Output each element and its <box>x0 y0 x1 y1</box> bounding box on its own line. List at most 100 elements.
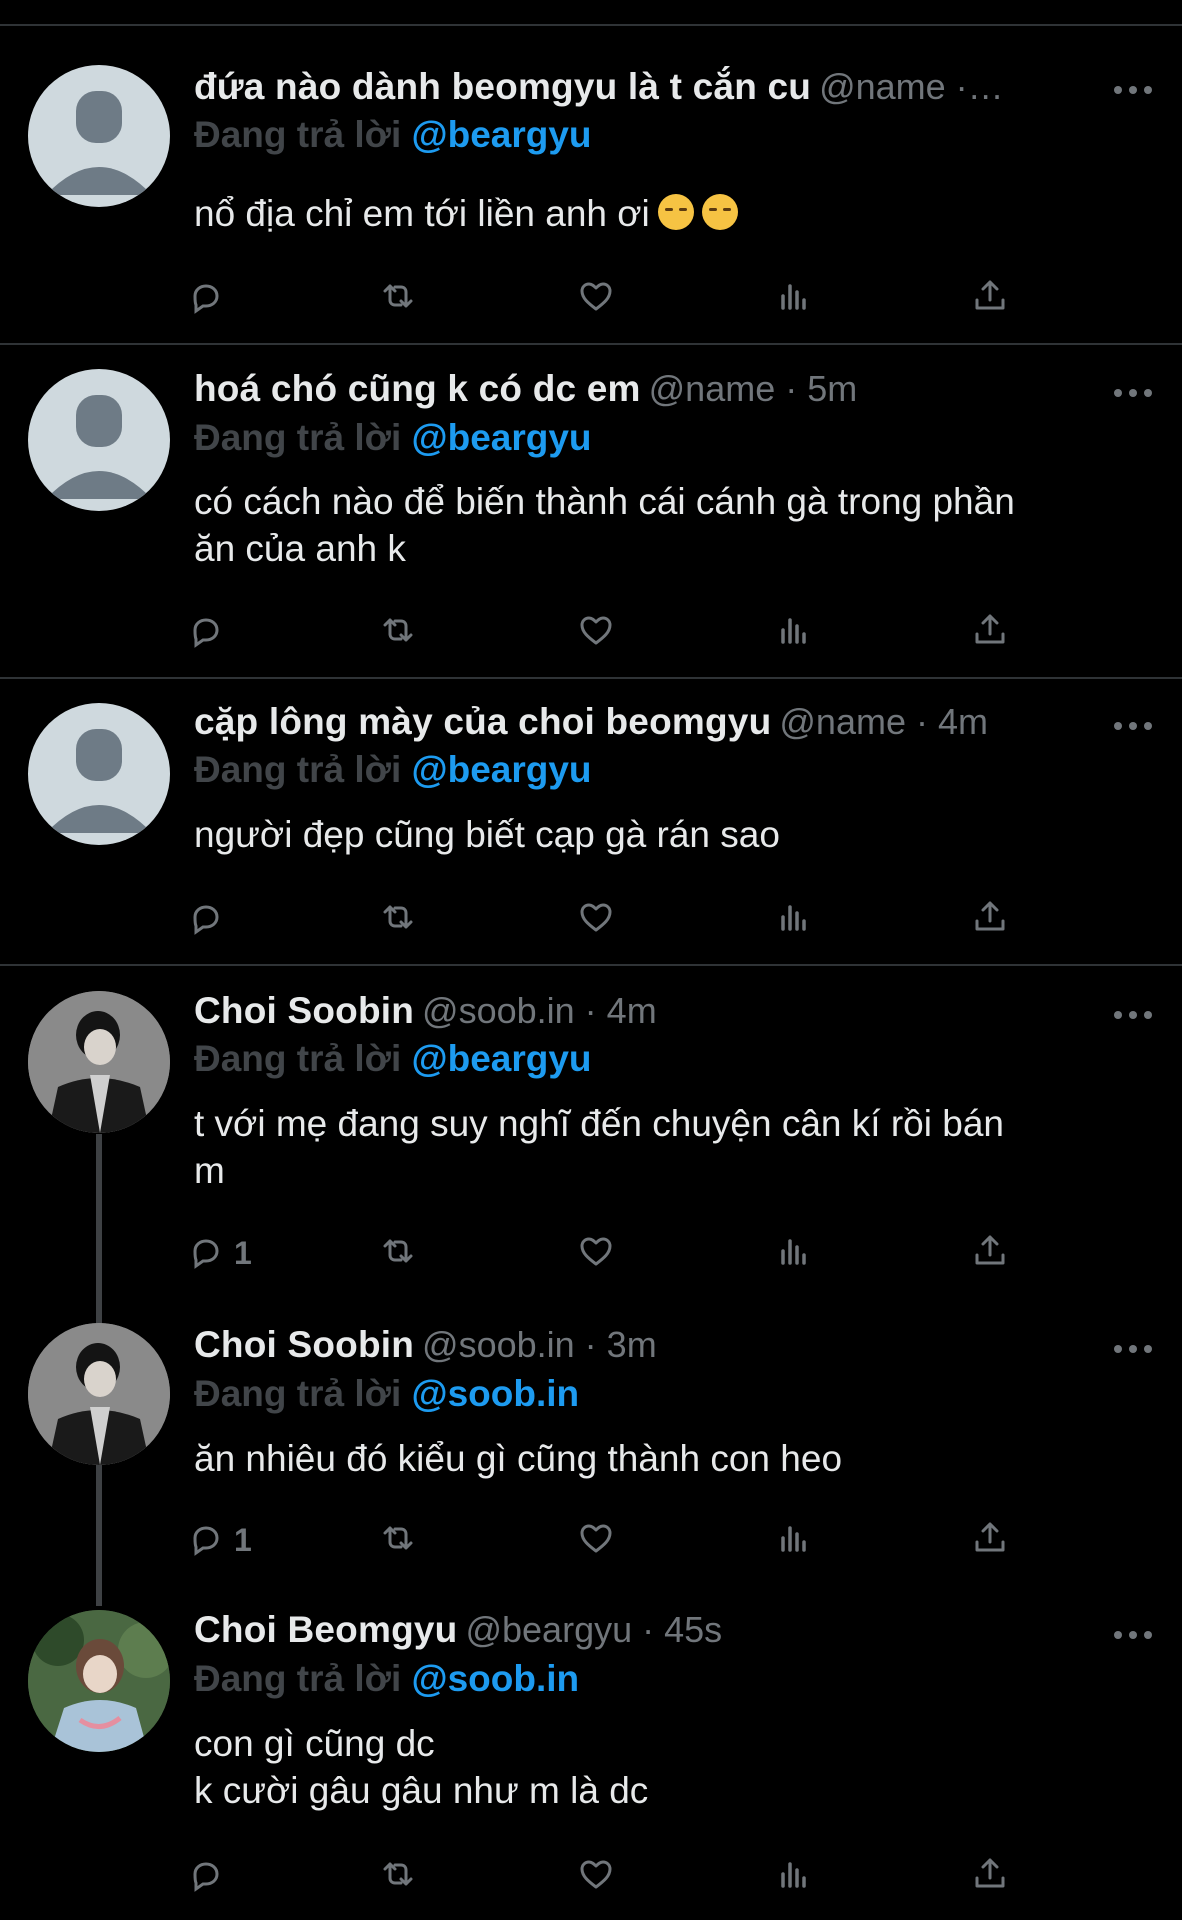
display-name[interactable]: cặp lông mày của choi beomgyu <box>194 701 771 742</box>
more-options-icon[interactable] <box>1114 383 1154 403</box>
tweet-text: ăn nhiêu đó kiểu gì cũng thành con heo <box>194 1438 843 1479</box>
handle-time[interactable]: @name · 4m <box>779 701 988 742</box>
reply-icon <box>182 895 226 944</box>
analytics-button[interactable] <box>772 608 816 656</box>
reply-button[interactable] <box>182 1852 226 1900</box>
replying-to: Đang trả lời @beargyu <box>194 417 592 458</box>
share-button[interactable] <box>968 608 1012 656</box>
more-options-icon[interactable] <box>1114 80 1154 100</box>
retweet-button[interactable] <box>376 274 420 322</box>
reply-handle-link[interactable]: @soob.in <box>412 1658 580 1699</box>
display-name[interactable]: Choi Soobin <box>194 990 414 1031</box>
avatar[interactable] <box>28 369 170 511</box>
display-name[interactable]: đứa nào dành beomgyu là t cắn cu <box>194 66 811 107</box>
retweet-icon <box>376 274 420 323</box>
tweet[interactable]: hoá chó cũng k có dc em @name · 5m Đang t… <box>0 345 1182 678</box>
share-icon <box>968 1516 1012 1565</box>
retweet-button[interactable] <box>376 608 420 656</box>
retweet-button[interactable] <box>376 1229 420 1277</box>
like-button[interactable] <box>574 1852 618 1900</box>
more-options-icon[interactable] <box>1114 1625 1154 1645</box>
reply-icon <box>182 1516 226 1565</box>
replying-to: Đang trả lời @beargyu <box>194 749 592 790</box>
share-button[interactable] <box>968 895 1012 943</box>
display-name[interactable]: Choi Soobin <box>194 1324 414 1365</box>
like-button[interactable] <box>574 1229 618 1277</box>
reply-handle-link[interactable]: @beargyu <box>412 417 592 458</box>
reply-icon <box>182 274 226 323</box>
reply-button[interactable]: 1 <box>182 1229 252 1277</box>
tweet[interactable]: cặp lông mày của choi beomgyu @name · 4m … <box>0 679 1182 965</box>
tweet-header: cặp lông mày của choi beomgyu @name · 4m <box>194 701 1172 745</box>
tweet-text: t với mẹ đang suy nghĩ đến chuyện cân kí… <box>194 1103 1004 1191</box>
tweet-header: Choi Soobin @soob.in · 4m <box>194 990 1172 1034</box>
analytics-button[interactable] <box>772 1852 816 1900</box>
reply-button[interactable] <box>182 274 226 322</box>
like-icon <box>574 608 618 657</box>
retweet-button[interactable] <box>376 1852 420 1900</box>
reply-handle-link[interactable]: @beargyu <box>412 114 592 155</box>
share-icon <box>968 1229 1012 1278</box>
handle-time[interactable]: @beargyu · 45s <box>465 1609 722 1650</box>
reply-handle-link[interactable]: @beargyu <box>412 1038 592 1079</box>
more-options-icon[interactable] <box>1114 1339 1154 1359</box>
more-options-icon[interactable] <box>1114 716 1154 736</box>
share-icon <box>968 895 1012 944</box>
analytics-button[interactable] <box>772 895 816 943</box>
more-options-icon[interactable] <box>1114 1005 1154 1025</box>
analytics-button[interactable] <box>772 1229 816 1277</box>
handle-time[interactable]: @name ·… <box>819 66 1004 107</box>
tweet[interactable]: đứa nào dành beomgyu là t cắn cu @name ·…… <box>0 0 1182 346</box>
like-button[interactable] <box>574 1516 618 1564</box>
tweet-text: có cách nào để biến thành cái cánh gà tr… <box>194 481 1015 569</box>
tweet[interactable]: Choi Soobin @soob.in · 4m Đang trả lời @b… <box>0 966 1182 1322</box>
handle-time[interactable]: @name · 5m <box>649 368 858 409</box>
action-bar: 1 <box>193 1229 1054 1277</box>
analytics-icon <box>772 895 816 944</box>
share-button[interactable] <box>968 1229 1012 1277</box>
replying-to: Đang trả lời @beargyu <box>194 1038 592 1079</box>
share-button[interactable] <box>968 274 1012 322</box>
retweet-icon <box>376 1229 420 1278</box>
action-bar <box>193 608 1054 656</box>
like-button[interactable] <box>574 608 618 656</box>
like-button[interactable] <box>574 895 618 943</box>
reply-handle-link[interactable]: @soob.in <box>412 1373 580 1414</box>
replying-to: Đang trả lời @soob.in <box>194 1658 580 1699</box>
thread-line <box>96 1464 102 1606</box>
tweet-text: người đẹp cũng biết cạp gà rán sao <box>194 814 780 855</box>
reply-button[interactable]: 1 <box>182 1516 252 1564</box>
avatar[interactable] <box>28 991 170 1133</box>
reply-button[interactable] <box>182 895 226 943</box>
avatar[interactable] <box>28 65 170 207</box>
tweet-text: nổ địa chỉ em tới liền anh ơi <box>194 190 1154 237</box>
avatar[interactable] <box>28 1610 170 1752</box>
share-button[interactable] <box>968 1852 1012 1900</box>
avatar[interactable] <box>28 1323 170 1465</box>
retweet-button[interactable] <box>376 1516 420 1564</box>
tweet[interactable]: Choi Soobin @soob.in · 3m Đang trả lời @s… <box>0 1322 1182 1606</box>
analytics-button[interactable] <box>772 1516 816 1564</box>
share-button[interactable] <box>968 1516 1012 1564</box>
tweet[interactable]: Choi Beomgyu @beargyu · 45s Đang trả lời … <box>0 1606 1182 1920</box>
reply-button[interactable] <box>182 608 226 656</box>
reply-handle-link[interactable]: @beargyu <box>412 749 592 790</box>
like-icon <box>574 1229 618 1278</box>
like-icon <box>574 895 618 944</box>
share-icon <box>968 1852 1012 1901</box>
display-name[interactable]: Choi Beomgyu <box>194 1609 457 1650</box>
crying-face-emoji <box>701 194 738 230</box>
retweet-icon <box>376 1516 420 1565</box>
like-button[interactable] <box>574 274 618 322</box>
avatar[interactable] <box>28 703 170 845</box>
display-name[interactable]: hoá chó cũng k có dc em <box>194 368 641 409</box>
tweet-header: đứa nào dành beomgyu là t cắn cu @name ·… <box>194 66 1172 110</box>
retweet-button[interactable] <box>376 895 420 943</box>
analytics-icon <box>772 1516 816 1565</box>
analytics-button[interactable] <box>772 274 816 322</box>
analytics-icon <box>772 1229 816 1278</box>
crying-face-emoji <box>657 194 694 230</box>
handle-time[interactable]: @soob.in · 3m <box>422 1324 657 1365</box>
handle-time[interactable]: @soob.in · 4m <box>422 990 657 1031</box>
tweet-header: Choi Soobin @soob.in · 3m <box>194 1324 1172 1368</box>
